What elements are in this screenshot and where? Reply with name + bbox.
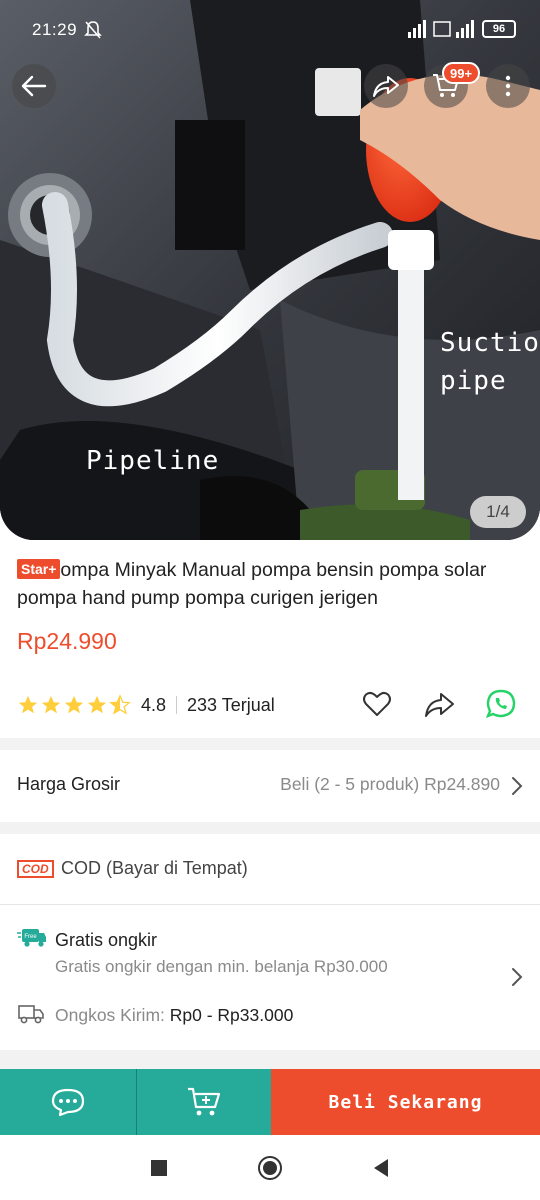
section-divider <box>0 738 540 750</box>
image-counter: 1/4 <box>470 496 526 528</box>
system-nav-bar <box>0 1135 540 1200</box>
suction-label: Suction <box>440 328 540 358</box>
cart-count-badge: 99+ <box>442 62 481 84</box>
bottom-action-bar: Beli Sekarang <box>0 1069 540 1135</box>
star-icon <box>64 695 84 714</box>
shipping-cost-label: Ongkos Kirim: <box>55 1005 165 1025</box>
pipeline-label: Pipeline <box>86 446 220 476</box>
cod-row: COD COD (Bayar di Tempat) <box>0 834 540 904</box>
truck-icon <box>18 1005 44 1024</box>
chevron-right-icon <box>512 777 523 795</box>
product-page: Suction pipe Pipeline 21:29 <box>0 0 540 1200</box>
share-icon[interactable] <box>423 688 455 720</box>
wholesale-value: Beli (2 - 5 produk) Rp24.890 <box>280 774 500 794</box>
add-to-cart-icon <box>188 1087 221 1116</box>
chat-button[interactable] <box>0 1069 136 1135</box>
rating-value: 4.8 <box>141 694 167 715</box>
star-icon <box>87 695 107 714</box>
free-shipping-truck-icon: Free <box>17 929 46 947</box>
half-star-icon <box>109 694 131 715</box>
more-vertical-icon <box>505 75 511 97</box>
status-time: 21:29 <box>32 20 78 39</box>
product-actions <box>361 688 517 720</box>
whatsapp-icon[interactable] <box>485 688 517 720</box>
free-shipping-title: Gratis ongkir <box>55 930 158 950</box>
star-icon <box>41 695 61 714</box>
product-price: Rp24.990 <box>17 628 117 654</box>
share-icon <box>373 76 399 97</box>
rating-row: 4.8 233 Terjual <box>17 688 523 722</box>
divider <box>176 696 178 714</box>
heart-icon[interactable] <box>361 688 393 720</box>
pipe-label: pipe <box>440 366 507 396</box>
status-icons: 96 <box>406 20 516 38</box>
more-button[interactable] <box>486 64 530 108</box>
shipping-cost: Ongkos Kirim: Rp0 - Rp33.000 <box>55 1005 293 1026</box>
home-icon[interactable] <box>257 1155 283 1181</box>
section-divider <box>0 822 540 834</box>
star-icon <box>18 695 38 714</box>
mute-bell-icon <box>84 21 102 39</box>
chat-icon <box>51 1088 85 1117</box>
add-to-cart-button[interactable] <box>136 1069 271 1135</box>
cod-badge: COD <box>17 860 54 878</box>
signal-icon <box>408 20 474 38</box>
cod-label: COD (Bayar di Tempat) <box>61 858 248 878</box>
free-shipping-subtitle: Gratis ongkir dengan min. belanja Rp30.0… <box>55 957 388 976</box>
shipping-section[interactable]: Free Gratis ongkir Gratis ongkir dengan … <box>0 905 540 1050</box>
star-plus-badge: Star+ <box>17 559 61 579</box>
status-bar: 21:29 96 <box>0 0 540 60</box>
rating-stars <box>17 694 131 716</box>
back-nav-icon[interactable] <box>368 1155 394 1181</box>
recent-apps-icon[interactable] <box>146 1155 172 1181</box>
share-button[interactable] <box>364 64 408 108</box>
product-title-text: ompa Minyak Manual pompa bensin pompa so… <box>17 559 487 609</box>
product-image-carousel[interactable]: Suction pipe Pipeline 21:29 <box>0 0 540 540</box>
section-divider <box>0 1050 540 1069</box>
back-button[interactable] <box>12 64 56 108</box>
back-arrow-icon <box>21 75 47 97</box>
wholesale-row[interactable]: Harga Grosir Beli (2 - 5 produk) Rp24.89… <box>0 750 540 822</box>
sold-count: 233 Terjual <box>187 694 275 715</box>
battery-icon: 96 <box>482 20 516 38</box>
product-title: Star+ ompa Minyak Manual pompa bensin pom… <box>17 556 527 612</box>
shipping-cost-value: Rp0 - Rp33.000 <box>169 1005 294 1025</box>
chevron-right-icon <box>512 968 523 986</box>
wholesale-label: Harga Grosir <box>17 774 121 794</box>
free-badge-text: Free <box>24 934 37 940</box>
buy-now-button[interactable]: Beli Sekarang <box>271 1069 540 1135</box>
